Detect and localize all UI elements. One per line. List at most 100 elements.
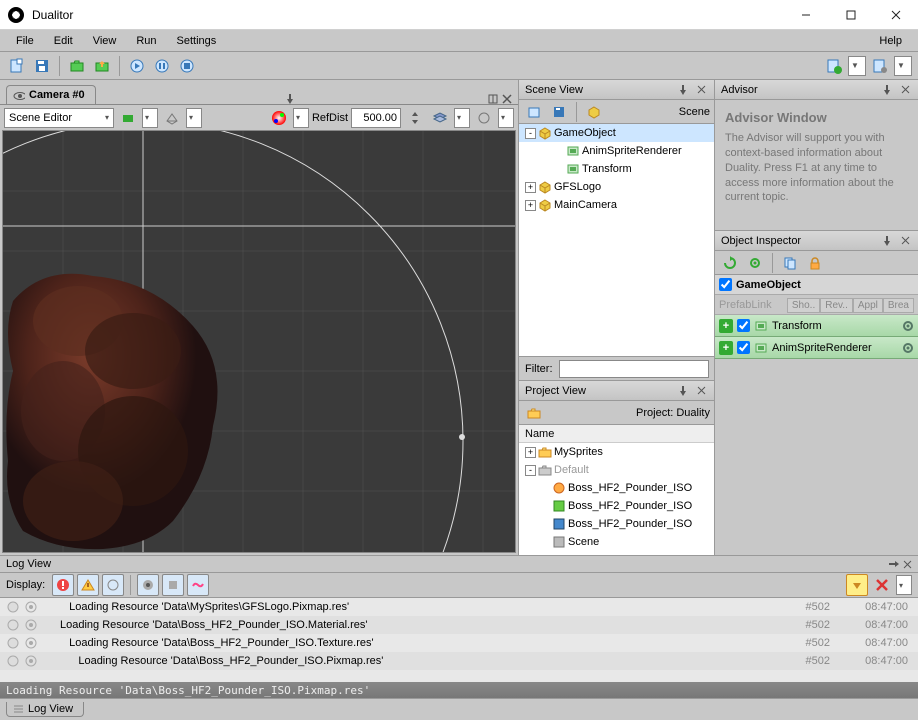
log-clear-dropdown[interactable]: ▾ — [896, 575, 912, 595]
bottom-log-tab[interactable]: Log View — [6, 702, 84, 717]
component-row[interactable]: +Transform — [715, 315, 918, 337]
log-autoscroll-button[interactable] — [846, 574, 868, 596]
panel-close-button[interactable] — [694, 384, 708, 398]
log-body[interactable]: Loading Resource 'Data\MySprites\GFSLogo… — [0, 598, 918, 682]
vis-button[interactable] — [473, 107, 495, 129]
color-dropdown[interactable]: ▾ — [293, 108, 309, 128]
panel-close-button[interactable] — [903, 560, 912, 569]
pin-icon[interactable] — [285, 94, 295, 104]
layers-dropdown[interactable]: ▾ — [454, 108, 470, 128]
lock-button[interactable] — [804, 252, 826, 274]
prefab-button[interactable]: Sho.. — [787, 298, 820, 313]
panel-close-button[interactable] — [898, 234, 912, 248]
pin-icon[interactable] — [880, 83, 894, 97]
prefab-button[interactable]: Rev.. — [820, 298, 853, 313]
project-name-header[interactable]: Name — [519, 425, 714, 443]
stop-button[interactable] — [176, 55, 198, 77]
refdist-spin[interactable] — [404, 107, 426, 129]
expander-icon[interactable]: - — [525, 128, 536, 139]
help-doc-button[interactable] — [823, 55, 845, 77]
component-active-checkbox[interactable] — [737, 319, 750, 332]
project-browse-button[interactable] — [523, 402, 545, 424]
prefab-button[interactable]: Brea — [883, 298, 914, 313]
expander-icon[interactable]: + — [525, 182, 536, 193]
log-row[interactable]: Loading Resource 'Data\Boss_HF2_Pounder_… — [0, 652, 918, 670]
log-row[interactable]: Loading Resource 'Data\Boss_HF2_Pounder_… — [0, 634, 918, 652]
play-button[interactable] — [126, 55, 148, 77]
gameobject-active-checkbox[interactable] — [719, 278, 732, 291]
refdist-input[interactable] — [351, 108, 401, 128]
menu-edit[interactable]: Edit — [46, 33, 81, 49]
color-picker-button[interactable] — [268, 107, 290, 129]
menu-help[interactable]: Help — [871, 33, 910, 49]
log-game-filter[interactable] — [187, 574, 209, 596]
refresh-button[interactable] — [719, 252, 741, 274]
menu-settings[interactable]: Settings — [169, 33, 225, 49]
scene-tree[interactable]: -GameObjectAnimSpriteRendererTransform+G… — [519, 124, 714, 356]
tree-row[interactable]: Boss_HF2_Pounder_ISO — [519, 479, 714, 497]
gear-icon[interactable] — [902, 320, 914, 332]
close-button[interactable] — [873, 0, 918, 30]
auto-refresh-button[interactable] — [744, 252, 766, 274]
tree-row[interactable]: -GameObject — [519, 124, 714, 142]
save-button[interactable] — [31, 55, 53, 77]
snap-button[interactable] — [117, 107, 139, 129]
save-scene-button[interactable] — [548, 101, 570, 123]
project-tree[interactable]: +MySprites-DefaultBoss_HF2_Pounder_ISOBo… — [519, 443, 714, 555]
tree-row[interactable]: +MainCamera — [519, 196, 714, 214]
expander-icon[interactable] — [539, 501, 550, 512]
add-gameobject-button[interactable] — [583, 101, 605, 123]
component-row[interactable]: +AnimSpriteRenderer — [715, 337, 918, 359]
tab-close-button[interactable] — [502, 94, 512, 104]
tree-row[interactable]: +MySprites — [519, 443, 714, 461]
pin-icon[interactable] — [889, 559, 899, 569]
window-state-icon[interactable] — [488, 94, 498, 104]
log-row[interactable]: Loading Resource 'Data\Boss_HF2_Pounder_… — [0, 616, 918, 634]
menu-run[interactable]: Run — [128, 33, 164, 49]
help-dropdown[interactable]: ▼ — [848, 56, 866, 76]
expand-icon[interactable]: + — [719, 319, 733, 333]
expander-icon[interactable] — [539, 483, 550, 494]
perspective-button[interactable] — [161, 107, 183, 129]
log-warning-filter[interactable] — [77, 574, 99, 596]
tree-row[interactable]: AnimSpriteRenderer — [519, 142, 714, 160]
menu-file[interactable]: File — [8, 33, 42, 49]
perspective-dropdown[interactable]: ▾ — [186, 108, 202, 128]
log-row[interactable]: Loading Resource 'Data\MySprites\GFSLogo… — [0, 598, 918, 616]
pause-button[interactable] — [151, 55, 173, 77]
log-editor-filter[interactable] — [162, 574, 184, 596]
expander-icon[interactable] — [553, 164, 564, 175]
expander-icon[interactable] — [539, 537, 550, 548]
maximize-button[interactable] — [828, 0, 873, 30]
tree-row[interactable]: Boss_HF2_Pounder_ISO — [519, 515, 714, 533]
expander-icon[interactable]: - — [525, 465, 536, 476]
snap-dropdown[interactable]: ▾ — [142, 108, 158, 128]
camera-tab[interactable]: Camera #0 — [6, 85, 96, 104]
panel-close-button[interactable] — [898, 83, 912, 97]
settings-dropdown[interactable]: ▼ — [894, 56, 912, 76]
minimize-button[interactable] — [783, 0, 828, 30]
gear-icon[interactable] — [902, 342, 914, 354]
expand-icon[interactable]: + — [719, 341, 733, 355]
expander-icon[interactable]: + — [525, 200, 536, 211]
tree-row[interactable]: +GFSLogo — [519, 178, 714, 196]
log-error-filter[interactable] — [52, 574, 74, 596]
new-button[interactable] — [6, 55, 28, 77]
menu-view[interactable]: View — [85, 33, 125, 49]
component-active-checkbox[interactable] — [737, 341, 750, 354]
tree-row[interactable]: Scene — [519, 533, 714, 551]
pin-icon[interactable] — [676, 83, 690, 97]
expander-icon[interactable] — [553, 146, 564, 157]
copy-button[interactable] — [779, 252, 801, 274]
layers-button[interactable] — [429, 107, 451, 129]
vis-dropdown[interactable]: ▾ — [498, 108, 514, 128]
publish-button[interactable] — [91, 55, 113, 77]
tree-row[interactable]: Boss_HF2_Pounder_ISO — [519, 497, 714, 515]
filter-input[interactable] — [559, 360, 709, 378]
viewport[interactable] — [2, 130, 516, 553]
open-project-button[interactable] — [66, 55, 88, 77]
log-info-filter[interactable] — [102, 574, 124, 596]
new-scene-button[interactable] — [523, 101, 545, 123]
editor-mode-combo[interactable]: Scene Editor▾ — [4, 108, 114, 128]
prefab-button[interactable]: Appl — [853, 298, 883, 313]
